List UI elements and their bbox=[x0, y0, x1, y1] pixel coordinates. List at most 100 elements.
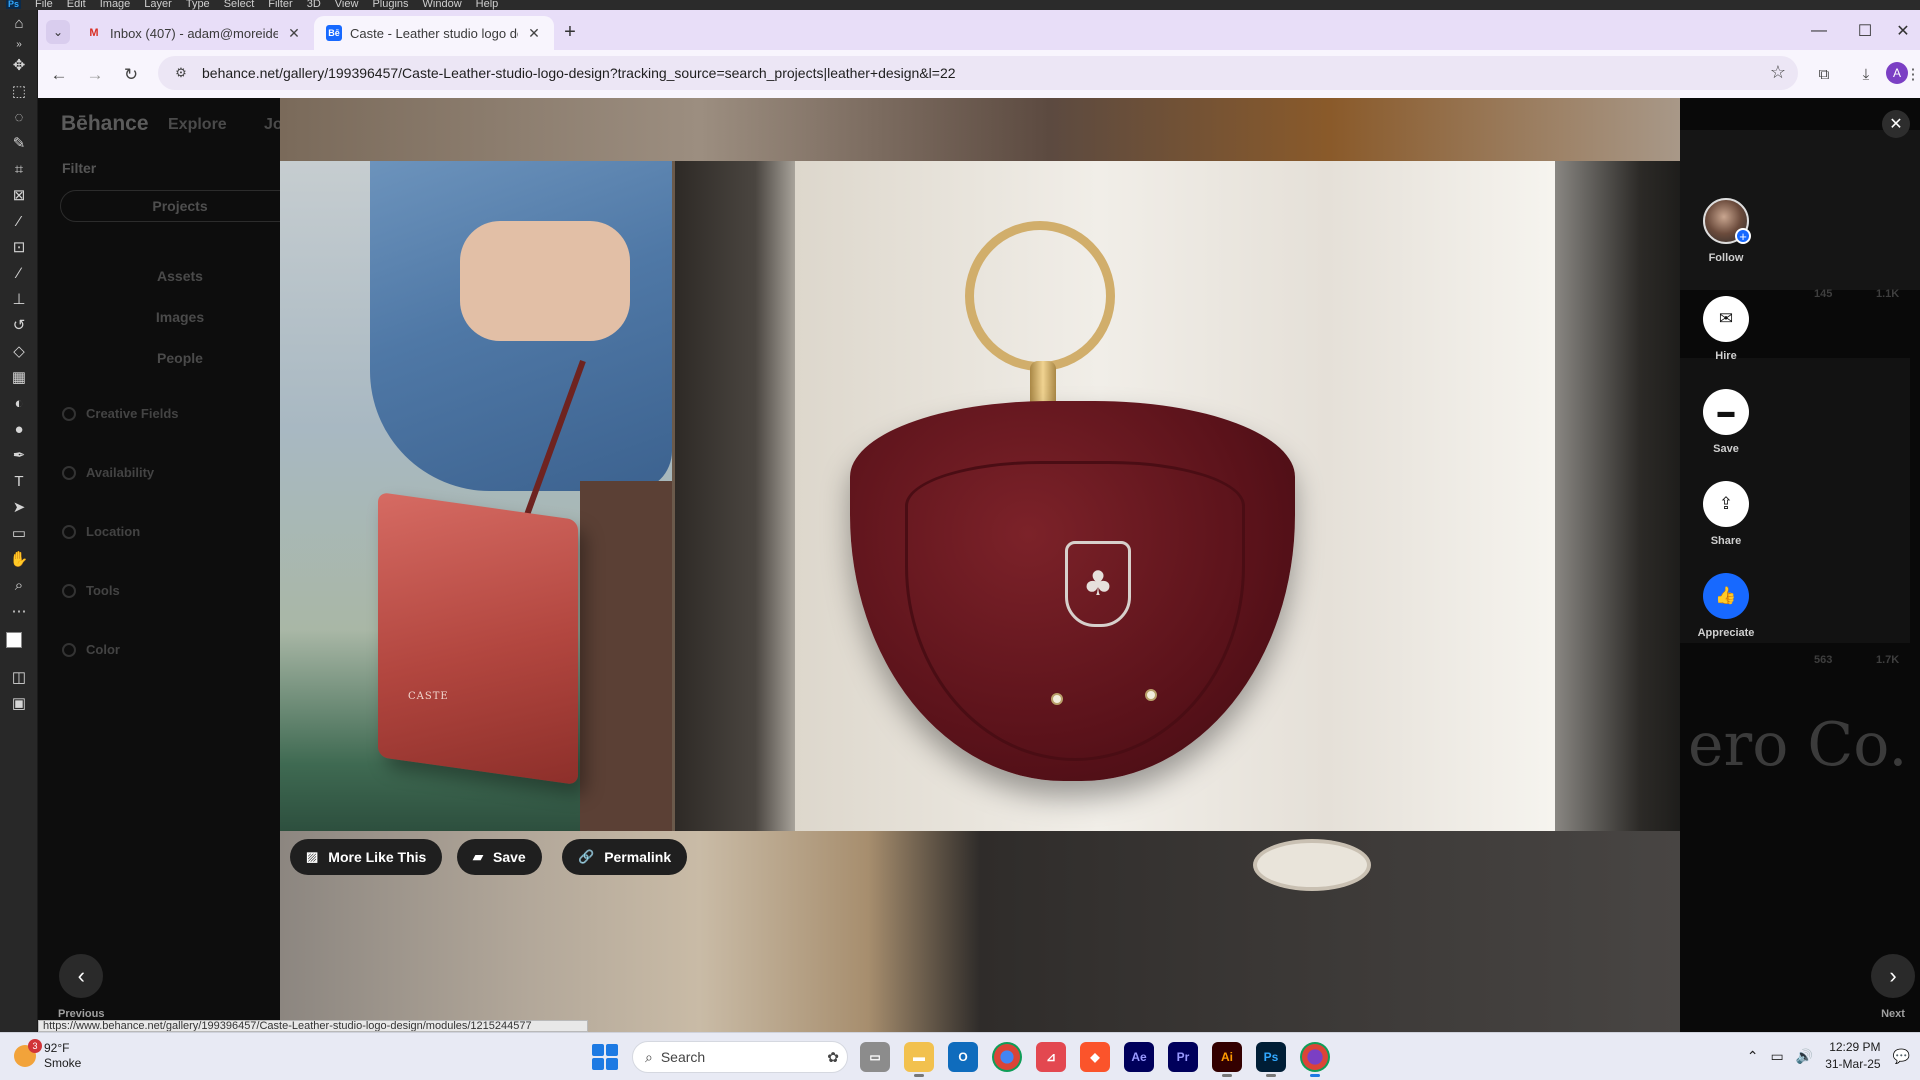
menu-3d[interactable]: 3D bbox=[307, 0, 321, 10]
downloads-icon[interactable]: ⤓ bbox=[1854, 62, 1878, 86]
start-button[interactable] bbox=[592, 1044, 618, 1070]
blur-icon[interactable]: ◐ bbox=[0, 390, 38, 416]
pen-icon[interactable]: ✒ bbox=[0, 442, 38, 468]
eyedropper-icon[interactable]: ⁄ bbox=[0, 208, 38, 234]
menu-help[interactable]: Help bbox=[476, 0, 499, 10]
previous-button[interactable]: ‹ Previous bbox=[58, 954, 104, 1020]
bookmark-star-icon[interactable]: ☆ bbox=[1770, 62, 1786, 83]
clock[interactable]: 12:29 PM 31-Mar-25 bbox=[1825, 1039, 1880, 1073]
close-icon[interactable]: ✕ bbox=[286, 25, 302, 42]
volume-icon[interactable]: 🔊 bbox=[1796, 1048, 1813, 1065]
eraser-icon[interactable]: ◇ bbox=[0, 338, 38, 364]
hire-button[interactable]: ✉ Hire bbox=[1680, 296, 1772, 362]
menu-view[interactable]: View bbox=[335, 0, 359, 10]
follow-button[interactable]: + Follow bbox=[1680, 198, 1772, 264]
tab-gmail[interactable]: M Inbox (407) - adam@moreidea ✕ bbox=[74, 16, 314, 50]
address-bar[interactable]: ⚙ behance.net/gallery/199396457/Caste-Le… bbox=[158, 56, 1798, 90]
menu-edit[interactable]: Edit bbox=[67, 0, 86, 10]
start-tile bbox=[592, 1044, 604, 1056]
taskbar-search[interactable]: ⌕ Search ✿ bbox=[632, 1041, 848, 1073]
weather-widget[interactable]: 3 92°F Smoke bbox=[14, 1039, 81, 1071]
tab-search-icon[interactable]: ⌄ bbox=[46, 20, 70, 44]
result-likes: 145 bbox=[1814, 288, 1833, 300]
color-swatches[interactable] bbox=[0, 624, 38, 664]
owner-avatar[interactable]: + bbox=[1703, 198, 1751, 244]
image-save-button[interactable]: ▰ Save bbox=[457, 839, 542, 875]
toolbar-collapse-icon[interactable]: » bbox=[0, 36, 38, 52]
share-button[interactable]: ⇪ Share bbox=[1680, 481, 1772, 547]
menu-layer[interactable]: Layer bbox=[144, 0, 172, 10]
quick-mask-icon[interactable]: ◫ bbox=[0, 664, 38, 690]
task-view-icon[interactable]: ▭ bbox=[860, 1042, 890, 1072]
gradient-icon[interactable]: ▦ bbox=[0, 364, 38, 390]
more-like-this-button[interactable]: ▨ More Like This bbox=[290, 839, 443, 875]
menu-type[interactable]: Type bbox=[186, 0, 210, 10]
extensions-icon[interactable]: ⧉ bbox=[1812, 62, 1836, 86]
menu-image[interactable]: Image bbox=[100, 0, 131, 10]
photoshop-icon[interactable]: Ps bbox=[1256, 1042, 1286, 1077]
image-viewer[interactable]: CASTE ♣ ▨ More Like This ▰ Save 🔗 Permal… bbox=[280, 98, 1680, 1032]
dodge-icon[interactable]: ● bbox=[0, 416, 38, 442]
photo-hand bbox=[460, 221, 630, 341]
url-text[interactable]: behance.net/gallery/199396457/Caste-Leat… bbox=[202, 65, 956, 81]
file-explorer-icon[interactable]: ▬ bbox=[904, 1042, 934, 1077]
reload-icon[interactable]: ↻ bbox=[118, 62, 144, 88]
close-icon[interactable]: ✕ bbox=[526, 25, 542, 42]
forward-icon[interactable]: → bbox=[82, 62, 108, 88]
new-tab-icon[interactable]: + bbox=[558, 20, 582, 44]
hand-icon[interactable]: ✋ bbox=[0, 546, 38, 572]
photo-rivet bbox=[1145, 689, 1157, 701]
screen-mode-icon[interactable]: ▣ bbox=[0, 690, 38, 716]
chrome-icon[interactable] bbox=[992, 1042, 1022, 1072]
crop-icon[interactable]: ⌗ bbox=[0, 156, 38, 182]
browser-chrome: ⌄ M Inbox (407) - adam@moreidea ✕ Bē Cas… bbox=[38, 10, 1920, 98]
maximize-icon[interactable]: ☐ bbox=[1842, 18, 1888, 44]
foreground-color[interactable] bbox=[6, 632, 22, 648]
premiere-icon[interactable]: Pr bbox=[1168, 1042, 1198, 1072]
minimize-icon[interactable]: — bbox=[1796, 18, 1842, 44]
window-close-icon[interactable]: ✕ bbox=[1886, 18, 1920, 44]
quick-select-icon[interactable]: ✎ bbox=[0, 130, 38, 156]
menu-filter[interactable]: Filter bbox=[268, 0, 292, 10]
notification-icon[interactable]: 💬 bbox=[1893, 1048, 1910, 1065]
path-select-icon[interactable]: ➤ bbox=[0, 494, 38, 520]
chrome-profile-icon[interactable] bbox=[1300, 1042, 1330, 1077]
more-icon[interactable]: ⋯ bbox=[0, 598, 38, 624]
brave-icon[interactable]: ◆ bbox=[1080, 1042, 1110, 1072]
save-button[interactable]: ▬ Save bbox=[1680, 389, 1772, 455]
frame-icon[interactable]: ⊠ bbox=[0, 182, 38, 208]
outlook-icon[interactable]: O bbox=[948, 1042, 978, 1072]
patch-icon[interactable]: ⊡ bbox=[0, 234, 38, 260]
next-button[interactable]: › Next bbox=[1871, 954, 1915, 1020]
back-icon[interactable]: ← bbox=[46, 62, 72, 88]
menu-window[interactable]: Window bbox=[423, 0, 462, 10]
type-icon[interactable]: T bbox=[0, 468, 38, 494]
tab-behance[interactable]: Bē Caste - Leather studio logo des ✕ bbox=[314, 16, 554, 50]
chevron-up-icon[interactable]: ⌃ bbox=[1747, 1048, 1759, 1065]
folder-icon: ▰ bbox=[473, 849, 483, 864]
network-icon[interactable]: ▭ bbox=[1771, 1048, 1784, 1065]
appreciate-button[interactable]: 👍 Appreciate bbox=[1680, 573, 1772, 639]
menu-plugins[interactable]: Plugins bbox=[372, 0, 408, 10]
close-icon[interactable]: ✕ bbox=[1882, 110, 1910, 138]
rectangle-icon[interactable]: ▭ bbox=[0, 520, 38, 546]
start-tile bbox=[606, 1044, 618, 1056]
acrobat-icon[interactable]: ⊿ bbox=[1036, 1042, 1066, 1072]
menu-select[interactable]: Select bbox=[224, 0, 255, 10]
lasso-icon[interactable]: ◌ bbox=[0, 104, 38, 130]
after-effects-icon[interactable]: Ae bbox=[1124, 1042, 1154, 1072]
move-icon[interactable]: ✥ bbox=[0, 52, 38, 78]
menu-file[interactable]: File bbox=[35, 0, 53, 10]
illustrator-icon[interactable]: Ai bbox=[1212, 1042, 1242, 1077]
browser-menu-icon[interactable]: ⋮ bbox=[1906, 62, 1920, 86]
brush-icon[interactable]: ∕ bbox=[0, 260, 38, 286]
explore-link: Explore bbox=[168, 116, 227, 133]
permalink-button[interactable]: 🔗 Permalink bbox=[562, 839, 688, 875]
screen: Ps File Edit Image Layer Type Select Fil… bbox=[0, 0, 1920, 1080]
home-icon[interactable]: ⌂ bbox=[0, 10, 38, 36]
history-brush-icon[interactable]: ↺ bbox=[0, 312, 38, 338]
site-info-icon[interactable]: ⚙ bbox=[168, 65, 194, 81]
stamp-icon[interactable]: ⊥ bbox=[0, 286, 38, 312]
zoom-icon[interactable]: ⌕ bbox=[0, 572, 38, 598]
marquee-icon[interactable]: ⬚ bbox=[0, 78, 38, 104]
